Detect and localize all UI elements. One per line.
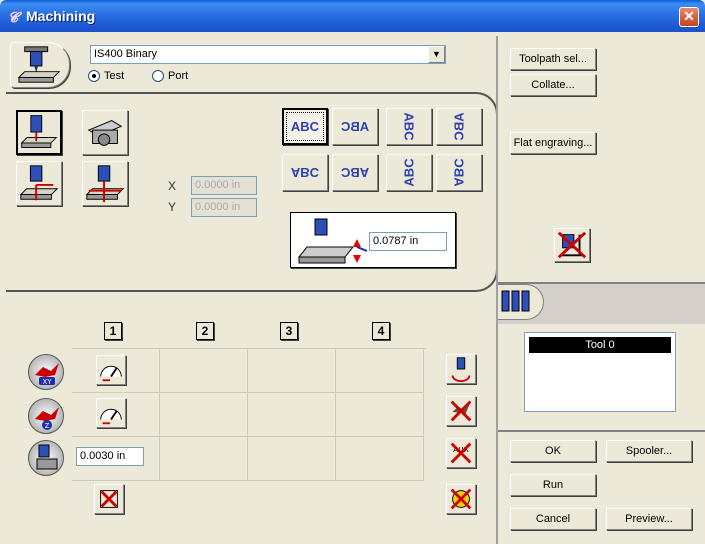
orientation-label: ABC <box>290 165 320 180</box>
xy-speed-icon[interactable]: XY <box>28 354 64 390</box>
orientation-label: ABC <box>401 112 417 141</box>
column-header-4: 4 <box>372 322 390 340</box>
orientation-mirror[interactable]: ABC <box>332 108 378 145</box>
app-icon: 𝓒 <box>8 9 18 25</box>
grid-cell[interactable] <box>336 393 424 437</box>
grid-cell[interactable] <box>160 393 248 437</box>
machining-window: 𝓒 Machining ✕ IS400 Binary ▼ Test Port X… <box>0 0 705 544</box>
grid-cell[interactable] <box>160 349 248 393</box>
orientation-rotate-180[interactable]: ABC <box>332 154 378 191</box>
radio-test[interactable]: Test <box>88 69 148 85</box>
cutter-arrows-icon <box>19 165 59 201</box>
radio-dot <box>92 74 96 78</box>
cutter-center-icon <box>85 165 125 203</box>
grid-cell[interactable] <box>336 349 424 393</box>
depth-box: 0.0787 in <box>290 212 456 268</box>
tolerance-field[interactable]: 0.0030 in <box>76 447 144 466</box>
orientation-rotate-cw-flip[interactable]: ABC <box>436 154 482 191</box>
action-divider <box>498 430 705 432</box>
title-bar: 𝓒 Machining ✕ <box>0 0 705 32</box>
tool-change-icon <box>451 357 471 383</box>
cancel-button[interactable]: Cancel <box>510 508 596 530</box>
tool-change-button[interactable] <box>446 354 476 384</box>
toolpath-select-button[interactable]: Toolpath sel... <box>510 48 596 70</box>
no-speed-button[interactable] <box>446 396 476 426</box>
xy-speed-gauge-button[interactable] <box>96 355 126 385</box>
setup-icon <box>87 120 123 146</box>
orientation-rotate-ccw[interactable]: ABC <box>386 108 432 145</box>
chevron-down-icon[interactable]: ▼ <box>428 46 445 63</box>
radio-circle <box>152 70 164 82</box>
radio-circle <box>88 70 100 82</box>
position-bottom-left-button[interactable] <box>16 161 62 206</box>
depth-cutter-icon <box>297 218 367 264</box>
no-speed-icon <box>450 400 472 422</box>
no-toolpath-icon <box>557 231 587 259</box>
grid-cell[interactable] <box>160 437 248 481</box>
radio-test-label: Test <box>104 70 125 82</box>
grid-cell[interactable] <box>248 349 336 393</box>
device-select-value: IS400 Binary <box>94 48 157 60</box>
tools-button[interactable] <box>498 284 544 320</box>
x-label: X <box>168 179 177 193</box>
orientation-rotate-cw[interactable]: ABC <box>436 108 482 145</box>
delete-icon <box>100 490 118 508</box>
window-title: Machining <box>26 8 96 24</box>
y-field[interactable]: 0.0000 in <box>191 198 257 217</box>
orientation-flip[interactable]: ABC <box>282 154 328 191</box>
machine-button[interactable] <box>10 42 70 88</box>
tool-list[interactable]: Tool 0 <box>524 332 676 412</box>
column-header-3: 3 <box>280 322 298 340</box>
radio-port-label: Port <box>168 70 189 82</box>
orientation-label: ABC <box>451 112 467 141</box>
device-select[interactable]: IS400 Binary <box>90 45 446 64</box>
no-hazard-button[interactable] <box>446 484 476 514</box>
right-pane: Toolpath sel... Collate... Flat engravin… <box>498 32 705 544</box>
orientation-label: ABC <box>401 158 417 187</box>
svg-text:Z: Z <box>45 422 50 430</box>
grid-cell[interactable] <box>248 393 336 437</box>
gauge-icon <box>100 408 122 425</box>
close-button[interactable]: ✕ <box>679 7 699 27</box>
gauge-icon <box>100 365 122 382</box>
x-field[interactable]: 0.0000 in <box>191 176 257 195</box>
tolerance-icon[interactable] <box>28 440 64 476</box>
orientation-label: ABC <box>290 119 320 134</box>
delete-pass-button[interactable] <box>94 484 124 514</box>
no-aux-icon: AUX <box>450 442 472 464</box>
z-speed-icon[interactable]: Z <box>28 398 64 434</box>
no-aux-button[interactable]: AUX <box>446 438 476 468</box>
orientation-label: ABC <box>340 165 370 180</box>
machine-icon <box>17 46 61 83</box>
orientation-label: ABC <box>451 158 467 187</box>
z-speed-gauge-button[interactable] <box>96 398 126 428</box>
run-button[interactable]: Run <box>510 474 596 496</box>
depth-field[interactable]: 0.0787 in <box>369 232 447 251</box>
orientation-normal[interactable]: ABC <box>282 108 328 145</box>
cancel-toolpath-button[interactable] <box>554 228 590 262</box>
preview-button[interactable]: Preview... <box>606 508 692 530</box>
y-label: Y <box>168 200 177 214</box>
flat-engraving-button[interactable]: Flat engraving... <box>510 132 596 154</box>
position-center-button[interactable] <box>82 161 128 206</box>
grid-cell[interactable] <box>336 437 424 481</box>
spooler-button[interactable]: Spooler... <box>606 440 692 462</box>
orientation-rotate-ccw-flip[interactable]: ABC <box>386 154 432 191</box>
left-pane: IS400 Binary ▼ Test Port X 0.0000 in Y 0… <box>6 36 498 544</box>
position-top-left-button[interactable] <box>16 110 62 155</box>
orientation-label: ABC <box>340 119 370 134</box>
svg-text:XY: XY <box>42 378 52 386</box>
ok-button[interactable]: OK <box>510 440 596 462</box>
radio-port[interactable]: Port <box>152 69 212 85</box>
column-header-1: 1 <box>104 322 122 340</box>
column-header-2: 2 <box>196 322 214 340</box>
tool-list-item-selected[interactable]: Tool 0 <box>529 337 671 353</box>
tool-bits-icon <box>501 290 530 312</box>
grid-cell[interactable] <box>248 437 336 481</box>
cutter-icon <box>20 115 58 148</box>
no-hazard-icon <box>450 488 472 510</box>
position-setup-button[interactable] <box>82 110 128 155</box>
collate-button[interactable]: Collate... <box>510 74 596 96</box>
